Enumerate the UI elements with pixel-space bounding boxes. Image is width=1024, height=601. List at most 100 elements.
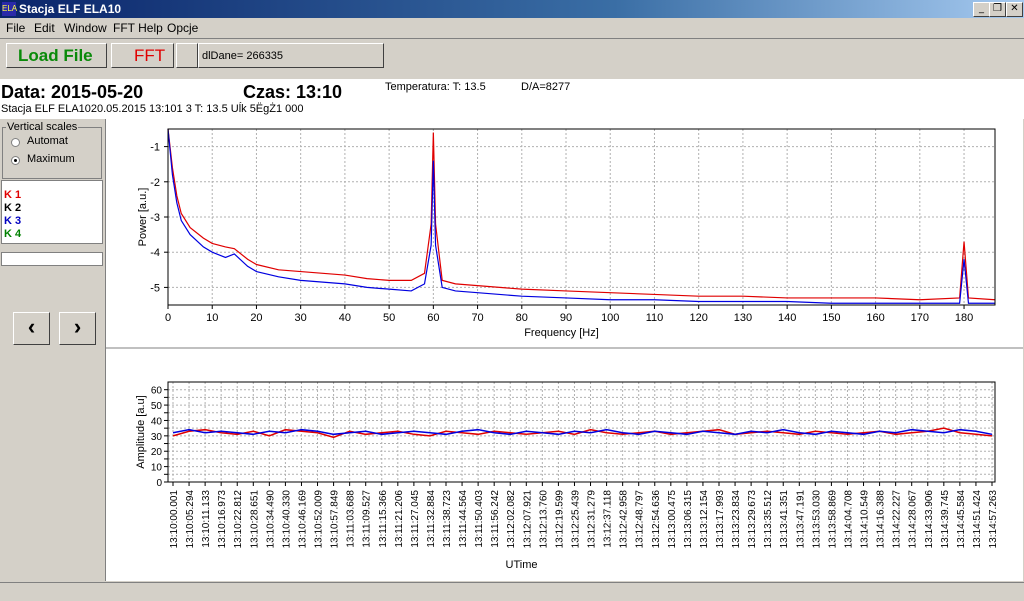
fft-x-tick-label: 160: [866, 312, 884, 324]
time-x-tick-label: 13:11:15.366: [378, 490, 389, 548]
time-x-tick-label: 13:10:11.133: [201, 490, 212, 548]
time-x-tick-label: 13:13:12.154: [699, 490, 710, 549]
time-y-tick-label: 60: [151, 386, 163, 397]
time-x-tick-label: 13:14:33.906: [924, 490, 935, 549]
time-x-tick-label: 13:10:00.001: [169, 490, 180, 549]
next-button[interactable]: ›: [59, 312, 96, 345]
menu-file[interactable]: File: [6, 21, 25, 35]
time-x-tick-label: 13:13:06.315: [683, 490, 694, 549]
time-x-tick-label: 13:14:10.549: [860, 490, 871, 549]
temperature-label: Temperatura: T: 13.5: [385, 81, 486, 93]
time-x-tick-label: 13:12:54.636: [651, 490, 662, 549]
maximum-label[interactable]: Maximum: [27, 153, 75, 165]
time-x-tick-label: 13:13:17.993: [715, 490, 726, 549]
blank-input-field[interactable]: [1, 252, 103, 266]
toolbar-separator: [0, 38, 1024, 39]
fft-x-tick-label: 80: [516, 312, 528, 324]
chevron-left-icon: ‹: [27, 314, 36, 339]
time-x-tick-label: 13:11:03.688: [346, 490, 357, 548]
time-x-tick-label: 13:13:23.834: [731, 490, 742, 549]
time-x-tick-label: 13:12:07.921: [522, 490, 533, 549]
menu-window[interactable]: Window: [64, 21, 107, 35]
toolbar-spacer-button[interactable]: [176, 43, 198, 68]
left-panel: Vertical scales Automat Maximum K 1 K 2 …: [0, 119, 106, 581]
menu-opcje[interactable]: Opcje: [167, 21, 198, 35]
time-y-tick-label: 20: [151, 447, 163, 458]
time-x-tick-label: 13:14:28.067: [908, 490, 919, 549]
load-file-label: Load File: [18, 46, 93, 65]
fft-x-tick-label: 150: [822, 312, 840, 324]
fft-y-tick-label: -1: [150, 142, 160, 154]
time-x-tick-label: 13:10:52.009: [314, 490, 325, 549]
prev-button[interactable]: ‹: [13, 312, 50, 345]
channel-k2[interactable]: K 2: [4, 202, 21, 214]
time-x-tick-label: 13:10:16.973: [217, 490, 228, 549]
time-x-tick-label: 13:12:37.118: [603, 490, 614, 548]
fft-x-tick-label: 140: [778, 312, 796, 324]
da-label: D/A=8277: [521, 81, 571, 93]
time-x-tick-label: 13:12:25.439: [570, 490, 581, 549]
load-file-button[interactable]: Load File: [6, 43, 107, 68]
channel-k4[interactable]: K 4: [4, 228, 21, 240]
time-x-tick-label: 13:14:39.745: [940, 490, 951, 549]
window-title: Stacja ELF ELA10: [19, 2, 122, 16]
fft-y-tick-label: -5: [150, 282, 160, 294]
fft-x-tick-label: 50: [383, 312, 395, 324]
time-x-tick-label: 13:13:58.869: [827, 490, 838, 549]
minimize-button[interactable]: _: [973, 2, 990, 17]
time-x-tick-label: 13:10:05.294: [185, 490, 196, 549]
time-x-tick-label: 13:14:22.227: [892, 490, 903, 549]
time-y-tick-label: 50: [151, 401, 163, 412]
time-x-tick-label: 13:10:40.330: [281, 490, 292, 549]
time-x-tick-label: 13:14:04.708: [843, 490, 854, 549]
time-x-tick-label: 13:10:28.651: [249, 490, 260, 549]
fft-x-tick-label: 0: [165, 312, 171, 324]
time-x-tick-label: 13:14:51.424: [972, 490, 983, 549]
menu-edit[interactable]: Edit: [34, 21, 55, 35]
fft-x-tick-label: 60: [427, 312, 439, 324]
time-x-tick-label: 13:13:53.030: [811, 490, 822, 549]
time-x-tick-label: 13:14:57.263: [988, 490, 999, 549]
time-x-tick-label: 13:10:34.490: [265, 490, 276, 549]
fft-x-tick-label: 40: [339, 312, 351, 324]
automat-radio[interactable]: [11, 138, 20, 147]
fft-x-tick-label: 90: [560, 312, 572, 324]
fft-x-tick-label: 180: [955, 312, 973, 324]
time-x-tick-label: 13:11:09.527: [362, 490, 373, 548]
time-x-tick-label: 13:12:19.599: [554, 490, 565, 549]
time-x-tick-label: 13:11:50.403: [474, 490, 485, 548]
automat-label[interactable]: Automat: [27, 135, 68, 147]
time-y-tick-label: 30: [151, 432, 163, 443]
fft-x-tick-label: 130: [734, 312, 752, 324]
fft-x-tick-label: 70: [471, 312, 483, 324]
menu-bar: File Edit Window FFT Help Opcje: [0, 18, 1024, 38]
fft-y-tick-label: -4: [150, 247, 160, 259]
fft-x-tick-label: 120: [690, 312, 708, 324]
time-x-tick-label: 13:11:27.045: [410, 490, 421, 548]
maximum-radio[interactable]: [11, 156, 20, 165]
close-button[interactable]: ✕: [1006, 2, 1023, 17]
channel-k1[interactable]: K 1: [4, 189, 21, 201]
fft-x-tick-label: 10: [206, 312, 218, 324]
fft-x-tick-label: 30: [295, 312, 307, 324]
menu-fft-help[interactable]: FFT Help: [113, 21, 163, 35]
time-label: Czas: 13:10: [243, 82, 343, 102]
fft-button[interactable]: FFT: [111, 43, 174, 68]
channel-k3[interactable]: K 3: [4, 215, 21, 227]
time-x-tick-label: 13:14:16.388: [876, 490, 887, 549]
radio-selected-dot: [14, 159, 17, 162]
fft-x-tick-label: 110: [646, 312, 664, 324]
time-y-axis-label: Amplitude [a.u]: [135, 395, 147, 468]
time-x-tick-label: 13:12:31.279: [587, 490, 598, 549]
dldane-value: dlDane= 266335: [202, 50, 284, 62]
title-bar: ELA Stacja ELF ELA10 _ ❐ ✕: [0, 0, 1024, 18]
time-x-tick-label: 13:11:44.564: [458, 490, 469, 548]
fft-x-tick-label: 20: [250, 312, 262, 324]
time-x-tick-label: 13:12:02.082: [506, 490, 517, 549]
time-x-tick-label: 13:11:56.242: [490, 490, 501, 548]
time-x-tick-label: 13:12:42.958: [619, 490, 630, 549]
maximize-button[interactable]: ❐: [989, 2, 1006, 17]
channel-list: K 1 K 2 K 3 K 4: [1, 180, 103, 244]
time-x-tick-label: 13:13:29.673: [747, 490, 758, 549]
fft-x-axis-label: Frequency [Hz]: [524, 327, 599, 339]
